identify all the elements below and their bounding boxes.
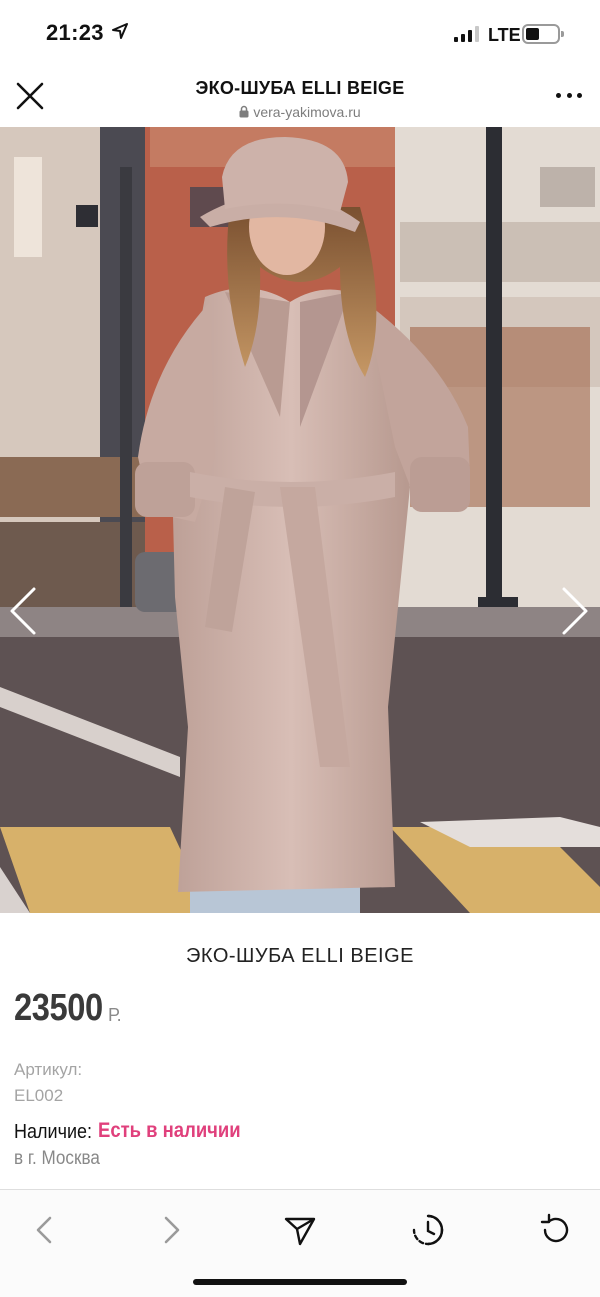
history-icon: [412, 1214, 444, 1246]
status-time: 21:23: [46, 20, 104, 45]
reload-button[interactable]: [536, 1210, 576, 1250]
more-button[interactable]: [556, 86, 582, 104]
reload-icon: [540, 1213, 569, 1243]
chevron-right-icon: [562, 587, 588, 635]
availability-status: Есть в наличии: [98, 1119, 241, 1142]
back-button[interactable]: [24, 1210, 64, 1250]
next-image-button[interactable]: [554, 581, 594, 641]
product-photo-illustration: [0, 127, 600, 913]
share-icon: [284, 1217, 316, 1246]
signal-icon: [454, 26, 479, 42]
page-url[interactable]: vera-yakimova.ru: [0, 104, 600, 121]
location-arrow-icon: [112, 23, 128, 44]
battery-icon: [522, 24, 564, 44]
product-title: ЭКО-ШУБА ELLI BEIGE: [186, 945, 414, 967]
forward-button[interactable]: [152, 1210, 192, 1250]
browser-header: ЭКО-ШУБА ELLI BEIGE vera-yakimova.ru: [0, 66, 600, 126]
previous-image-button[interactable]: [4, 581, 44, 641]
product-photo[interactable]: [0, 127, 600, 913]
lock-icon: [239, 105, 249, 121]
sku-label: Артикул:: [14, 1060, 83, 1079]
home-indicator[interactable]: [193, 1279, 407, 1285]
network-type: LTE: [488, 25, 521, 45]
share-button[interactable]: [280, 1210, 320, 1250]
history-button[interactable]: [408, 1210, 448, 1250]
price-currency: Р.: [108, 1005, 122, 1025]
status-bar: 21:23 LTE: [0, 0, 600, 66]
product-info: ЭКО-ШУБА ELLI BEIGE 23500 Р. Артикул: EL…: [0, 913, 600, 1189]
more-icon: [556, 92, 561, 98]
url-text: vera-yakimova.ru: [253, 104, 361, 120]
availability-label: Наличие:: [14, 1121, 93, 1143]
back-icon: [36, 1216, 52, 1244]
page-title: ЭКО-ШУБА ELLI BEIGE: [195, 78, 405, 98]
availability-city: в г. Москва: [14, 1148, 100, 1169]
forward-icon: [164, 1216, 180, 1244]
chevron-left-icon: [10, 587, 36, 635]
sku-value: EL002: [14, 1086, 64, 1105]
browser-toolbar: [0, 1189, 600, 1297]
product-price: 23500: [14, 987, 103, 1029]
